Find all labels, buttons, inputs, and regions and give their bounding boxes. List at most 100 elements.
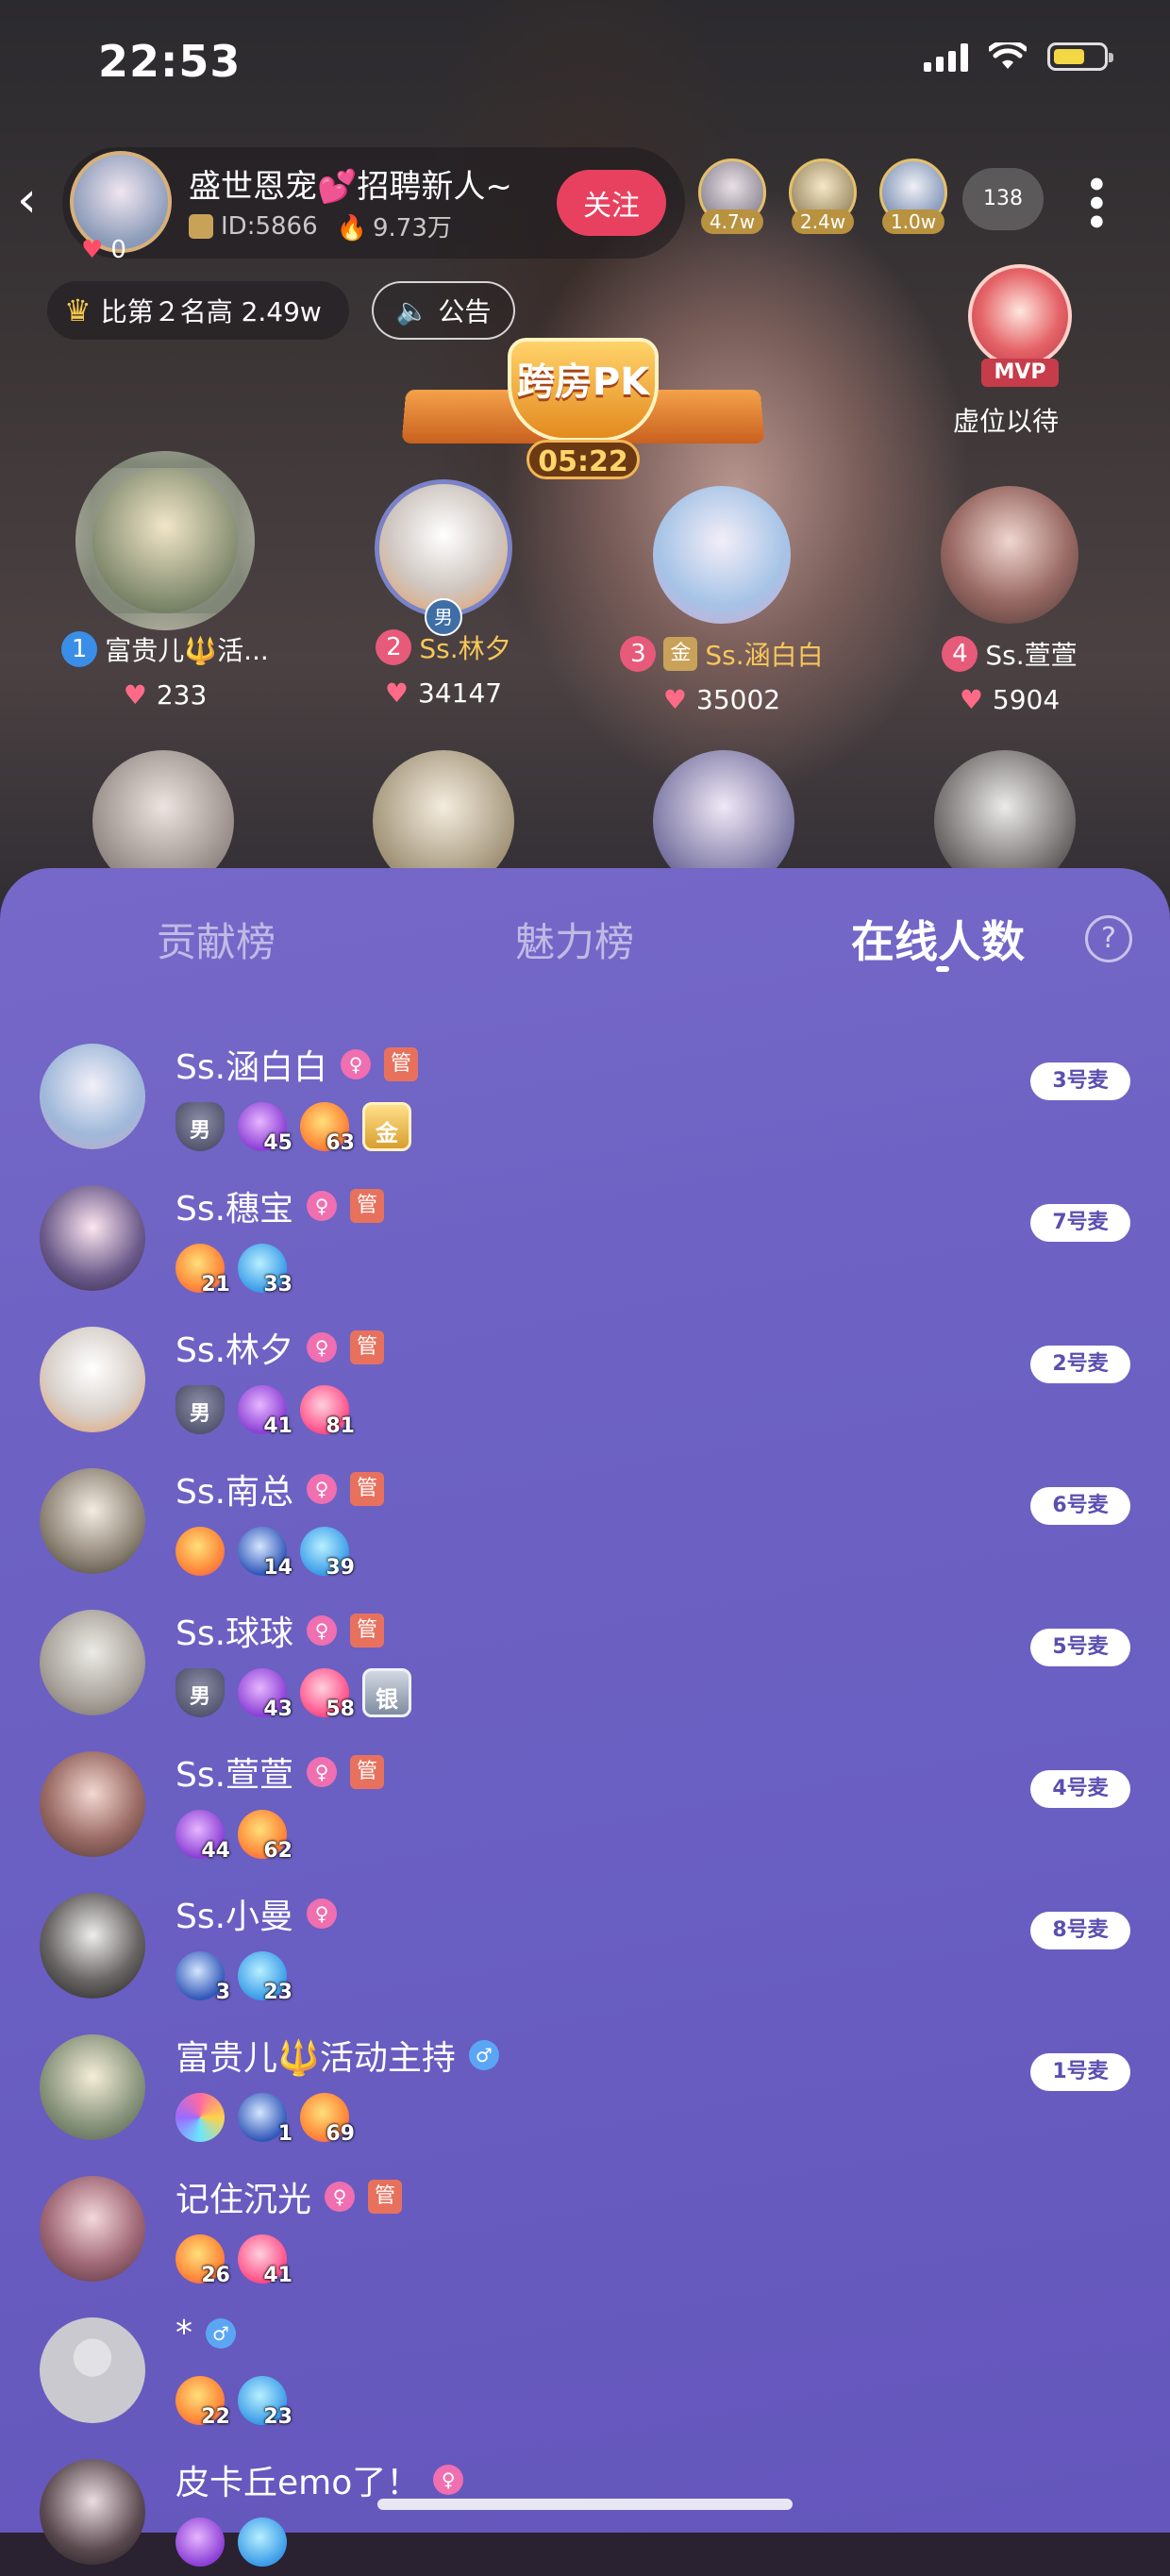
tab-online[interactable]: 在线人数 bbox=[851, 908, 1025, 970]
list-item[interactable]: 富贵儿🔱活动主持 ♂ 1 69 1号麦 bbox=[0, 2010, 1170, 2151]
admin-badge: 管 bbox=[350, 1330, 385, 1364]
mic-slot-badge: 3号麦 bbox=[1030, 1062, 1130, 1100]
list-item[interactable]: Ss.球球 ♀ 管男 43 58 银 5号麦 bbox=[0, 1585, 1170, 1727]
avatar[interactable] bbox=[40, 2176, 145, 2282]
wifi-icon bbox=[989, 42, 1027, 69]
top-contributor-2[interactable]: 2.4w bbox=[789, 159, 857, 234]
user-name-row: Ss.萱萱 ♀ 管 bbox=[176, 1748, 385, 1797]
pk-title: 跨房PK bbox=[516, 360, 650, 404]
badge-level: 22 bbox=[201, 2405, 230, 2429]
avatar[interactable] bbox=[40, 1893, 145, 1999]
user-name: Ss.萱萱 bbox=[176, 1756, 294, 1795]
room-id: ID:5866 bbox=[221, 211, 318, 241]
user-badges: 1 69 bbox=[176, 2093, 355, 2146]
online-count-button[interactable]: 138 bbox=[962, 168, 1044, 230]
user-name-row: Ss.球球 ♀ 管 bbox=[176, 1606, 385, 1655]
female-icon: ♀ bbox=[325, 2182, 356, 2212]
room-heat: 9.73万 bbox=[373, 214, 452, 243]
top-contributor-3[interactable]: 1.0w bbox=[879, 159, 947, 234]
seat-hearts: 5904 bbox=[992, 684, 1061, 715]
list-item[interactable]: Ss.小曼 ♀ 3 23 8号麦 bbox=[0, 1868, 1170, 2010]
mic-slot-badge: 1号麦 bbox=[1030, 2053, 1130, 2091]
badge-level: 62 bbox=[263, 1839, 292, 1863]
mic-seat-2[interactable]: 男 2 Ss.林夕 ♥ 34147 bbox=[335, 479, 552, 709]
orange-badge-icon bbox=[176, 1527, 225, 1576]
dblue-badge-icon: 14 bbox=[238, 1527, 292, 1580]
female-icon: ♀ bbox=[307, 1332, 338, 1363]
tab-contribution[interactable]: 贡献榜 bbox=[157, 911, 276, 968]
badge-text: 金 bbox=[376, 1120, 398, 1146]
badge-level: 23 bbox=[263, 1981, 292, 2004]
more-options-icon[interactable]: ••• bbox=[1071, 172, 1119, 228]
orange-badge-icon: 62 bbox=[238, 1810, 292, 1863]
user-name: Ss.涵白白 bbox=[176, 1048, 328, 1087]
list-item[interactable]: Ss.南总 ♀ 管 14 39 6号麦 bbox=[0, 1444, 1170, 1585]
top-contributor-1[interactable]: 4.7w bbox=[698, 159, 766, 234]
pink-badge-icon: 81 bbox=[300, 1385, 355, 1438]
list-item[interactable]: * ♂ 22 23 bbox=[0, 2293, 1170, 2434]
mic-slot-badge: 4号麦 bbox=[1030, 1770, 1130, 1808]
mic-seat-1[interactable]: 1 富贵儿🔱活... ♥ 233 bbox=[57, 451, 274, 711]
fire-icon: 🔥 bbox=[336, 214, 367, 243]
avatar[interactable] bbox=[40, 2034, 145, 2140]
follow-button[interactable]: 关注 bbox=[557, 170, 666, 236]
mic-seat-4[interactable]: 4 Ss.萱萱 ♥ 5904 bbox=[901, 486, 1118, 715]
user-badges bbox=[176, 2517, 287, 2567]
list-item[interactable]: Ss.林夕 ♀ 管男 41 81 2号麦 bbox=[0, 1302, 1170, 1444]
user-name-row: 皮卡丘emo了！ ♀ bbox=[176, 2455, 464, 2504]
badge-text: 男 bbox=[189, 1402, 210, 1426]
speaker-icon: 🔈 bbox=[395, 294, 429, 326]
avatar[interactable] bbox=[40, 2459, 145, 2565]
list-item[interactable]: Ss.萱萱 ♀ 管 44 62 4号麦 bbox=[0, 1727, 1170, 1868]
cross-room-pk-badge[interactable]: 跨房PK 05:22 bbox=[401, 330, 765, 481]
admin-badge: 管 bbox=[350, 1614, 385, 1648]
mvp-seat[interactable]: MVP bbox=[961, 264, 1078, 396]
mic-slot-badge: 7号麦 bbox=[1030, 1204, 1130, 1242]
avatar[interactable] bbox=[40, 1044, 145, 1149]
likes-count: 0 bbox=[110, 236, 126, 264]
status-icons bbox=[924, 42, 1113, 72]
admin-badge: 管 bbox=[384, 1047, 419, 1081]
list-item[interactable]: Ss.涵白白 ♀ 管男 45 63 金 3号麦 bbox=[0, 1019, 1170, 1161]
avatar[interactable] bbox=[40, 1751, 145, 1857]
user-badges: 男 45 63 金 bbox=[176, 1102, 411, 1155]
male-badge-icon: 男 bbox=[176, 1668, 225, 1717]
contributor-value: 4.7w bbox=[701, 209, 763, 234]
user-name: * bbox=[176, 2314, 192, 2352]
badge-level: 69 bbox=[326, 2122, 355, 2146]
badge-level: 44 bbox=[201, 1839, 230, 1863]
home-indicator[interactable] bbox=[377, 2499, 793, 2510]
user-name-row: Ss.穗宝 ♀ 管 bbox=[176, 1181, 385, 1230]
avatar[interactable] bbox=[40, 2317, 145, 2423]
badge-level: 21 bbox=[201, 1273, 230, 1296]
heart-icon: ♥ bbox=[959, 684, 983, 715]
tab-charm[interactable]: 魅力榜 bbox=[515, 911, 634, 968]
purple-badge-icon: 45 bbox=[238, 1102, 292, 1155]
avatar bbox=[75, 451, 255, 630]
notice-label: 公告 bbox=[438, 296, 492, 327]
silver-sq-badge-icon: 银 bbox=[362, 1668, 411, 1717]
list-item[interactable]: Ss.穗宝 ♀ 管 21 33 7号麦 bbox=[0, 1161, 1170, 1302]
avatar[interactable] bbox=[40, 1610, 145, 1715]
help-icon[interactable]: ? bbox=[1085, 915, 1132, 962]
tab-indicator bbox=[936, 966, 949, 972]
back-icon[interactable]: ‹ bbox=[17, 176, 37, 225]
heart-icon: ♥ bbox=[384, 677, 410, 709]
avatar[interactable] bbox=[40, 1468, 145, 1574]
mic-slot-badge: 5号麦 bbox=[1030, 1629, 1130, 1666]
mic-seat-3[interactable]: 3 金 Ss.涵白白 ♥ 35002 bbox=[613, 486, 830, 715]
badge-text: 银 bbox=[376, 1686, 398, 1713]
blue-badge-icon: 23 bbox=[238, 1951, 292, 2004]
status-time: 22:53 bbox=[98, 36, 242, 87]
user-name: Ss.球球 bbox=[176, 1614, 294, 1653]
male-badge-icon: 男 bbox=[176, 1102, 225, 1151]
avatar[interactable] bbox=[40, 1327, 145, 1432]
seat-hearts: 35002 bbox=[696, 684, 781, 715]
seat-number: 3 bbox=[620, 636, 657, 672]
list-item[interactable]: 记住沉光 ♀ 管 26 41 bbox=[0, 2151, 1170, 2293]
rank-pill[interactable]: ♛ 比第２名高 2.49w bbox=[47, 281, 349, 340]
pink-badge-icon: 41 bbox=[238, 2234, 292, 2287]
female-icon: ♀ bbox=[307, 1191, 338, 1221]
badge-level: 3 bbox=[215, 1981, 230, 2004]
avatar[interactable] bbox=[40, 1185, 145, 1291]
